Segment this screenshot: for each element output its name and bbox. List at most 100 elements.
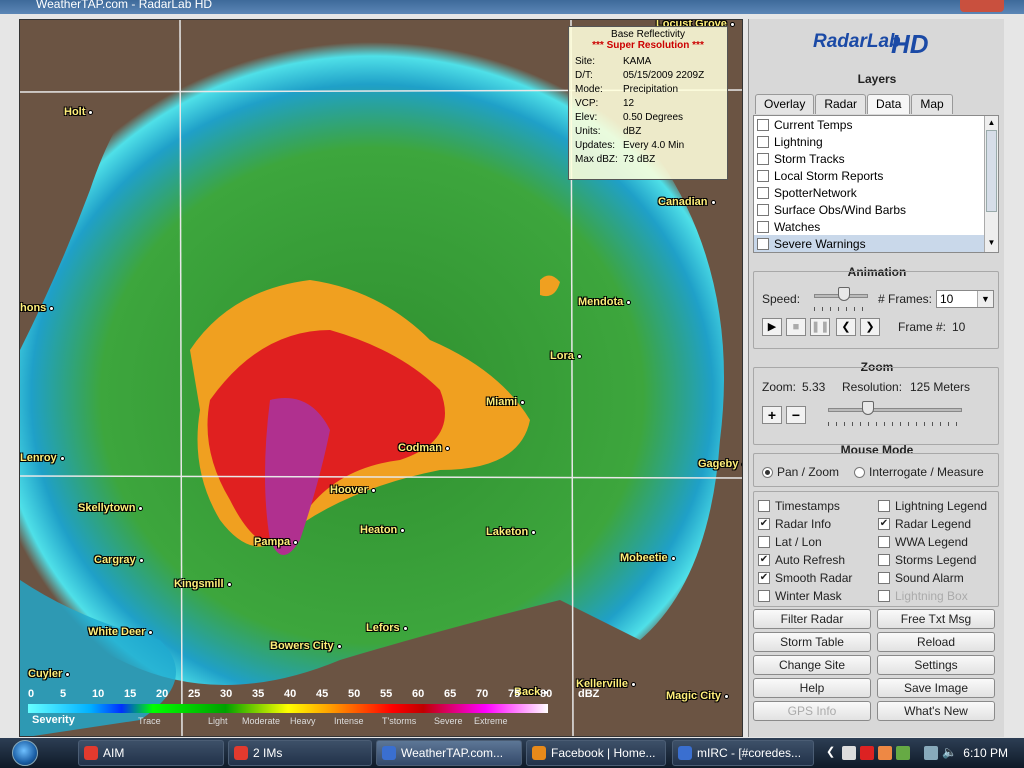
checkbox-icon[interactable] — [757, 220, 769, 233]
what-s-new-button[interactable]: What's New — [877, 701, 995, 721]
option-timestamps[interactable]: Timestamps — [758, 498, 840, 514]
checkbox-icon[interactable] — [757, 186, 769, 199]
pause-button[interactable]: ❚❚ — [810, 318, 830, 336]
severity-tick-label: T'storms — [382, 716, 417, 726]
checkbox-icon[interactable]: ✔ — [878, 518, 890, 530]
checkbox-icon[interactable] — [758, 536, 770, 548]
city-label: Laketon — [486, 526, 537, 538]
volume-icon[interactable]: 🔈 — [942, 745, 957, 759]
tray-chevron-icon[interactable]: ❮ — [826, 745, 835, 758]
city-label: Holt — [64, 106, 94, 118]
tray-app-icon[interactable] — [842, 746, 856, 760]
city-label: Miami — [486, 396, 526, 408]
zoom-slider-knob[interactable] — [862, 401, 875, 415]
tray-app-icon[interactable] — [896, 746, 910, 760]
layers-list[interactable]: Current Temps Lightning Storm Tracks Local … — [753, 115, 999, 253]
taskbar-item[interactable]: Facebook | Home... — [526, 740, 666, 766]
scroll-up-icon[interactable]: ▲ — [985, 116, 998, 130]
option-smooth-radar[interactable]: ✔ Smooth Radar — [758, 570, 852, 586]
option-storms-legend[interactable]: Storms Legend — [878, 552, 976, 568]
option-wwa-legend[interactable]: WWA Legend — [878, 534, 968, 550]
option-auto-refresh[interactable]: ✔ Auto Refresh — [758, 552, 845, 568]
city-marker-icon — [531, 530, 537, 535]
checkbox-icon[interactable]: ✔ — [758, 518, 770, 530]
layer-item[interactable]: Surface Obs/Wind Barbs — [754, 201, 984, 218]
radio-icon[interactable] — [854, 466, 865, 478]
clock[interactable]: 6:10 PM — [963, 746, 1008, 760]
play-button[interactable]: ▶ — [762, 318, 782, 336]
help-button[interactable]: Help — [753, 678, 871, 698]
checkbox-icon[interactable] — [757, 118, 769, 131]
taskbar-item[interactable]: 2 IMs — [228, 740, 372, 766]
step-forward-button[interactable]: ❯ — [860, 318, 880, 336]
gmail-tray-icon[interactable] — [860, 746, 874, 760]
change-site-button[interactable]: Change Site — [753, 655, 871, 675]
scroll-down-icon[interactable]: ▼ — [985, 236, 998, 250]
start-button[interactable] — [4, 738, 48, 768]
network-icon[interactable] — [924, 746, 938, 760]
checkbox-icon[interactable] — [757, 152, 769, 165]
layer-item[interactable]: Current Temps — [754, 116, 984, 133]
stop-button[interactable]: ■ — [786, 318, 806, 336]
city-marker-icon — [293, 540, 299, 545]
checkbox-icon[interactable] — [878, 554, 890, 566]
checkbox-icon[interactable] — [878, 500, 890, 512]
taskbar-item[interactable]: AIM — [78, 740, 224, 766]
checkbox-icon[interactable] — [758, 500, 770, 512]
checkbox-icon[interactable] — [757, 135, 769, 148]
layer-item[interactable]: Storm Tracks — [754, 150, 984, 167]
option-radar-legend[interactable]: ✔ Radar Legend — [878, 516, 971, 532]
option-winter-mask[interactable]: Winter Mask — [758, 588, 842, 604]
checkbox-icon[interactable] — [757, 237, 769, 250]
storm-table-button[interactable]: Storm Table — [753, 632, 871, 652]
taskbar-item[interactable]: WeatherTAP.com... — [376, 740, 522, 766]
interrogate-measure-radio[interactable]: Interrogate / Measure — [854, 464, 984, 480]
city-marker-icon — [520, 400, 526, 405]
checkbox-icon[interactable]: ✔ — [758, 572, 770, 584]
close-icon[interactable] — [960, 0, 1004, 12]
frames-select[interactable]: 10 ▼ — [936, 290, 994, 308]
checkbox-icon[interactable] — [878, 536, 890, 548]
tray-app-icon[interactable] — [878, 746, 892, 760]
speed-slider-knob[interactable] — [837, 287, 850, 301]
checkbox-icon[interactable]: ✔ — [758, 554, 770, 566]
free-txt-msg-button[interactable]: Free Txt Msg — [877, 609, 995, 629]
zoom-slider[interactable] — [828, 408, 962, 412]
tab-radar[interactable]: Radar — [815, 94, 867, 114]
layer-item[interactable]: Watches — [754, 218, 984, 235]
checkbox-icon[interactable] — [757, 203, 769, 216]
layer-item[interactable]: SpotterNetwork — [754, 184, 984, 201]
zoom-in-button[interactable]: + — [762, 406, 782, 424]
city-marker-icon — [49, 306, 55, 311]
city-label: Kingsmill — [174, 578, 232, 590]
option-lightning-legend[interactable]: Lightning Legend — [878, 498, 987, 514]
layer-item[interactable]: Local Storm Reports — [754, 167, 984, 184]
radio-selected-icon[interactable] — [762, 466, 773, 478]
tab-overlay[interactable]: Overlay — [755, 94, 815, 114]
zoom-out-button[interactable]: − — [786, 406, 806, 424]
option-sound-alarm[interactable]: Sound Alarm — [878, 570, 964, 586]
tab-data[interactable]: Data — [867, 94, 911, 114]
settings-button[interactable]: Settings — [877, 655, 995, 675]
layer-item[interactable]: Lightning — [754, 133, 984, 150]
layers-title: Layers — [857, 72, 897, 86]
city-label: Heaton — [360, 524, 406, 536]
pan-zoom-radio[interactable]: Pan / Zoom — [762, 464, 839, 480]
option-radar-info[interactable]: ✔ Radar Info — [758, 516, 831, 532]
legend-tick-label: 25 — [188, 688, 201, 700]
checkbox-icon[interactable] — [878, 572, 890, 584]
checkbox-icon[interactable] — [757, 169, 769, 182]
tab-map[interactable]: Map — [911, 94, 953, 114]
step-back-button[interactable]: ❮ — [836, 318, 856, 336]
layer-item[interactable]: Severe Warnings — [754, 235, 984, 252]
layers-scrollbar[interactable]: ▲ ▼ — [984, 116, 998, 252]
chevron-down-icon[interactable]: ▼ — [977, 291, 993, 307]
taskbar-item[interactable]: mIRC - [#coredes... — [672, 740, 814, 766]
option-lat-lon[interactable]: Lat / Lon — [758, 534, 822, 550]
filter-radar-button[interactable]: Filter Radar — [753, 609, 871, 629]
scroll-thumb[interactable] — [986, 130, 997, 212]
save-image-button[interactable]: Save Image — [877, 678, 995, 698]
radar-map[interactable]: Holt Canadian Mendota Lora Miami Codman … — [19, 19, 743, 737]
reload-button[interactable]: Reload — [877, 632, 995, 652]
checkbox-icon[interactable] — [758, 590, 770, 602]
